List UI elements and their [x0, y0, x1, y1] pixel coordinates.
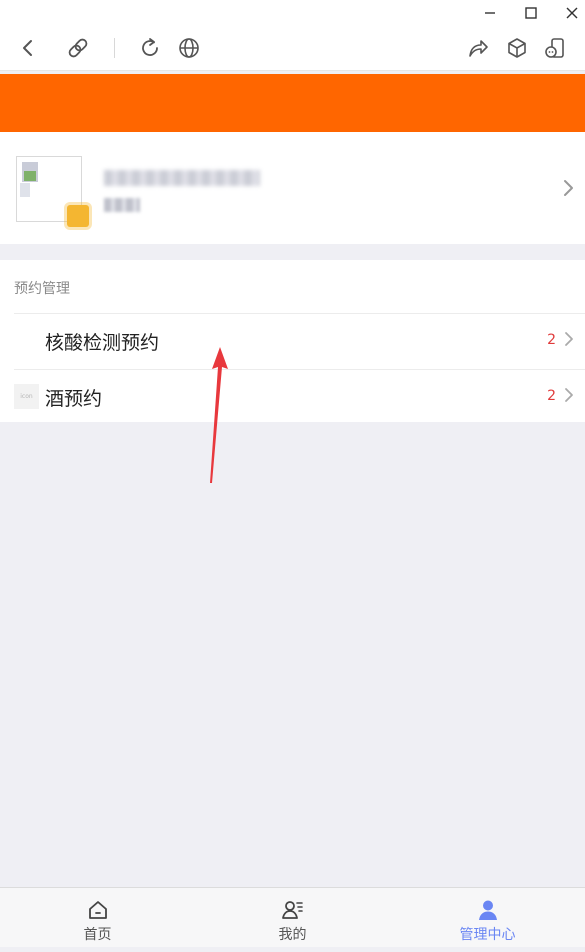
avatar-badge-icon: [67, 205, 89, 227]
list-item-label: 酒预约: [45, 388, 103, 410]
avatar: [16, 156, 89, 227]
maximize-icon: [525, 6, 537, 19]
page-header-banner: [0, 74, 585, 132]
chevron-right-icon: [565, 388, 573, 402]
tab-home[interactable]: 首页: [0, 888, 195, 948]
device-button[interactable]: [538, 31, 572, 65]
chevron-right-icon: [565, 332, 573, 346]
tab-mine[interactable]: 我的: [195, 888, 390, 948]
globe-button[interactable]: [172, 31, 206, 65]
refresh-icon: [142, 38, 158, 56]
share-button[interactable]: [461, 31, 495, 65]
bottom-tab-bar: 首页 我的 管理中心: [0, 887, 585, 947]
browser-toolbar: [0, 25, 585, 71]
back-icon: [23, 40, 32, 56]
back-button[interactable]: [11, 31, 45, 65]
list-item-count: 2: [547, 388, 556, 404]
placeholder-icon: icon: [14, 384, 39, 409]
globe-icon: [179, 38, 199, 58]
profile-name-redacted: [104, 170, 260, 186]
person-icon: [478, 900, 497, 920]
minimize-icon: [485, 11, 495, 14]
home-icon: [88, 901, 107, 919]
copy-link-button[interactable]: [61, 31, 95, 65]
section-title: 预约管理: [14, 281, 70, 297]
profile-subtitle-redacted: [104, 198, 140, 212]
cube-button[interactable]: [500, 31, 534, 65]
list-item-nucleic-test[interactable]: 核酸检测预约 2: [14, 313, 585, 368]
share-icon: [469, 40, 488, 57]
maximize-button[interactable]: [511, 0, 551, 25]
annotation-arrow: [210, 347, 228, 483]
title-bar: [0, 0, 585, 25]
list-item-count: 2: [547, 332, 556, 348]
list-item-label: 核酸检测预约: [45, 332, 160, 354]
tab-label: 我的: [278, 927, 307, 943]
avatar-pixel: [20, 183, 30, 197]
user-list-icon: [281, 901, 303, 919]
tab-label: 管理中心: [459, 927, 516, 943]
link-icon: [68, 38, 88, 58]
app-window: 预约管理 核酸检测预约 2 icon 酒预约 2 首页 我的 管理中心: [0, 0, 585, 952]
close-icon: [566, 7, 578, 18]
avatar-pixel: [24, 171, 36, 181]
tab-management-center[interactable]: 管理中心: [390, 888, 585, 948]
minimize-button[interactable]: [470, 0, 510, 25]
mini-device-icon: [545, 38, 564, 58]
chevron-right-icon: [564, 180, 573, 196]
tab-label: 首页: [83, 927, 112, 943]
close-button[interactable]: [552, 0, 585, 25]
refresh-button[interactable]: [133, 31, 167, 65]
toolbar-divider: [114, 38, 115, 58]
profile-card[interactable]: [0, 132, 585, 244]
cube-icon: [508, 38, 526, 58]
list-item-wine[interactable]: icon 酒预约 2: [14, 369, 585, 424]
reservation-section: 预约管理 核酸检测预约 2 icon 酒预约 2: [0, 260, 585, 422]
